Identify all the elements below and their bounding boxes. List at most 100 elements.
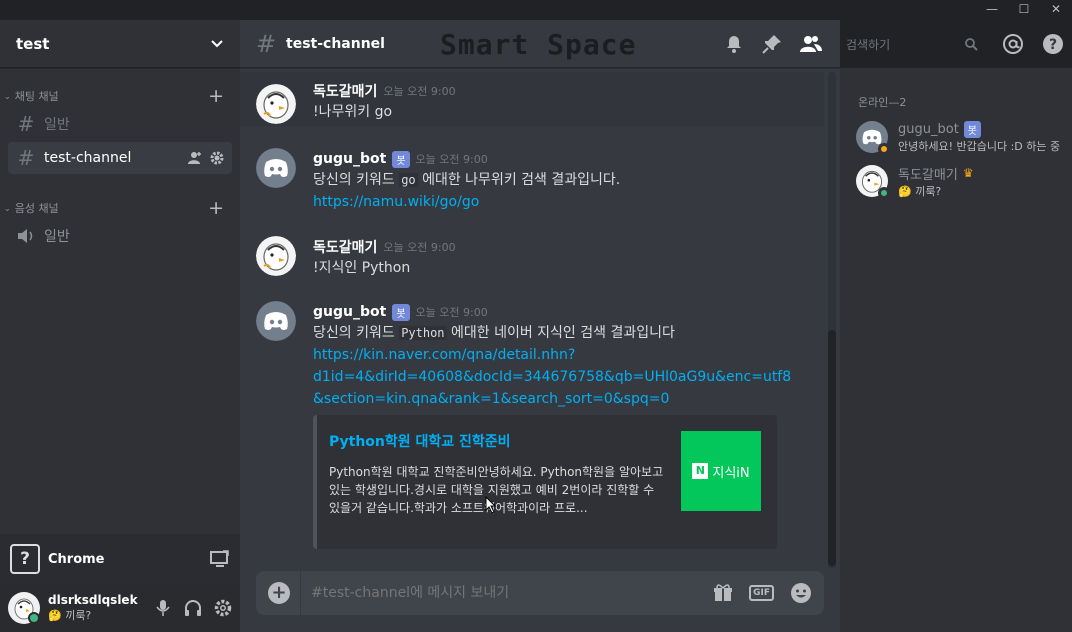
message: gugu_bot 봇 오늘 오전 9:00 당신의 키워드 Python 에대한 네… <box>256 301 826 549</box>
message-link[interactable]: https://namu.wiki/go/go <box>313 191 826 213</box>
add-attachment-button[interactable]: + <box>268 582 290 604</box>
message-author[interactable]: gugu_bot <box>313 151 386 167</box>
user-panel: dlsrksdlqslek 🤔 끼룩? <box>0 584 240 632</box>
close-button[interactable]: ✕ <box>1040 0 1072 20</box>
message: 독도갈매기 오늘 오전 9:00 !나무위키 go <box>240 72 824 126</box>
invite-icon[interactable] <box>188 151 202 165</box>
message-text: !나무위키 go <box>313 104 393 120</box>
chevron-down-icon <box>211 39 223 47</box>
minimize-button[interactable]: — <box>976 0 1008 20</box>
message-link[interactable]: &section=kin.qna&rank=1&search_sort=0&sp… <box>313 388 826 410</box>
gear-icon[interactable] <box>214 599 232 617</box>
bot-avatar[interactable] <box>256 301 296 341</box>
member-status: 🤔 끼룩? <box>898 184 942 198</box>
member-category: 온라인—2 <box>858 96 907 109</box>
inline-code: Python <box>399 326 447 340</box>
member-name: gugu_bot <box>898 121 959 137</box>
message-scrollbar[interactable] <box>828 72 836 568</box>
chevron-down-icon: ⌄ <box>4 91 11 101</box>
message-timestamp: 오늘 오전 9:00 <box>415 306 488 319</box>
bot-avatar[interactable] <box>256 148 296 188</box>
message: gugu_bot 봇 오늘 오전 9:00 당신의 키워드 go 에대한 나무위키 … <box>256 148 826 213</box>
add-channel-icon[interactable]: + <box>208 199 224 218</box>
channel-label: test-channel <box>44 150 132 166</box>
hash-icon: # <box>256 29 277 58</box>
bot-badge: 봇 <box>392 150 410 168</box>
channel-title: test-channel <box>286 35 385 52</box>
message-list: 독도갈매기 오늘 오전 9:00 !나무위키 go gugu_bot 봇 오늘 오전 … <box>240 72 830 562</box>
server-header[interactable]: test <box>0 20 240 68</box>
add-channel-icon[interactable]: + <box>208 87 224 106</box>
title-bar: — ☐ ✕ <box>0 0 1072 20</box>
embed-description: Python학원 대학교 진학준비안녕하세요. Python학원을 알아보고 있… <box>329 465 664 515</box>
member-activity: 안녕하세요! 반갑습니다 :D 하는 중 <box>898 139 1061 153</box>
naver-logo-icon: N <box>692 463 709 479</box>
search-input[interactable]: 검색하기 <box>840 32 984 56</box>
category-label: 음성 채널 <box>14 202 59 215</box>
activity-panel: ? Chrome <box>0 534 240 584</box>
maximize-button[interactable]: ☐ <box>1008 0 1040 20</box>
chat-area: # test-channel Smart Space 독도갈매기오늘 오전 9:… <box>240 20 840 632</box>
watermark: Smart Space <box>440 28 637 61</box>
microphone-icon[interactable] <box>154 599 172 617</box>
pin-icon[interactable] <box>762 34 782 54</box>
channel-label: 일반 <box>44 229 70 245</box>
category-voice-channels[interactable]: ⌄ 음성 채널 + <box>0 198 240 218</box>
message-timestamp: 오늘 오전 9:00 <box>383 85 456 98</box>
message-author[interactable]: 독도갈매기 <box>313 81 377 101</box>
member-name: 독도갈매기 <box>898 167 958 183</box>
chevron-down-icon: ⌄ <box>4 203 11 213</box>
voice-channel-general[interactable]: 일반 <box>8 220 232 252</box>
message-link[interactable]: https://kin.naver.com/qna/detail.nhn? <box>313 344 826 366</box>
member-item[interactable]: gugu_bot 봇 안녕하세요! 반갑습니다 :D 하는 중 <box>840 116 1072 158</box>
emoji-icon[interactable] <box>790 582 812 604</box>
gift-icon[interactable] <box>713 583 733 603</box>
member-item[interactable]: 독도갈매기 ♛ 🤔 끼룩? <box>840 160 1072 202</box>
help-icon[interactable]: ? <box>1042 33 1064 55</box>
avatar[interactable] <box>256 236 296 276</box>
header-toolbar: 검색하기 ? <box>720 20 1072 68</box>
message-author[interactable]: 독도갈매기 <box>313 237 377 257</box>
message-text: 당신의 키워드 Python 에대한 네이버 지식인 검색 결과입니다 <box>313 325 675 341</box>
gear-icon[interactable] <box>210 151 224 165</box>
message-link[interactable]: d1id=4&dirId=40608&docId=344676758&qb=UH… <box>313 366 826 388</box>
avatar[interactable] <box>8 592 40 624</box>
idle-status-icon <box>878 143 890 155</box>
activity-name: Chrome <box>48 551 105 567</box>
hash-icon: # <box>17 112 35 136</box>
gif-icon[interactable]: GIF <box>749 585 774 601</box>
embed-thumbnail[interactable]: N 지식iN <box>681 431 761 511</box>
channel-sidebar: test ⌄ 채팅 채널 + # 일반 # test-channel ⌄ 음성 채널 +… <box>0 20 240 632</box>
message-input[interactable] <box>311 585 714 601</box>
server-name: test <box>16 34 50 53</box>
message-text: !지식인 Python <box>313 260 411 276</box>
avatar[interactable] <box>256 84 296 124</box>
bell-icon[interactable] <box>724 34 744 54</box>
avatar <box>856 165 890 199</box>
headphones-icon[interactable] <box>184 599 202 617</box>
search-icon <box>965 38 978 51</box>
bot-avatar <box>856 121 890 155</box>
message-author[interactable]: gugu_bot <box>313 304 386 320</box>
search-placeholder: 검색하기 <box>846 37 891 52</box>
user-status: 🤔 끼룩? <box>48 609 92 622</box>
channel-item-test-channel[interactable]: # test-channel <box>8 142 232 174</box>
bot-badge: 봇 <box>392 303 410 321</box>
mention-icon[interactable] <box>1002 33 1024 55</box>
thumbnail-label: 지식iN <box>712 465 750 481</box>
screen-share-icon[interactable] <box>210 550 230 568</box>
bot-badge: 봇 <box>963 120 981 138</box>
channel-item-general[interactable]: # 일반 <box>8 108 232 140</box>
message-timestamp: 오늘 오전 9:00 <box>415 153 488 166</box>
message-composer: + GIF <box>256 571 824 615</box>
member-list-icon[interactable] <box>800 34 822 54</box>
speaker-icon <box>18 229 33 243</box>
message-timestamp: 오늘 오전 9:00 <box>383 241 456 254</box>
crown-icon: ♛ <box>962 166 974 180</box>
category-text-channels[interactable]: ⌄ 채팅 채널 + <box>0 86 240 106</box>
inline-code: go <box>399 173 418 187</box>
scroll-thumb[interactable] <box>828 330 836 566</box>
question-icon: ? <box>10 544 40 574</box>
svg-text:?: ? <box>1049 37 1057 53</box>
link-embed: Python학원 대학교 진학준비 Python학원 대학교 진학준비안녕하세요… <box>313 415 777 549</box>
